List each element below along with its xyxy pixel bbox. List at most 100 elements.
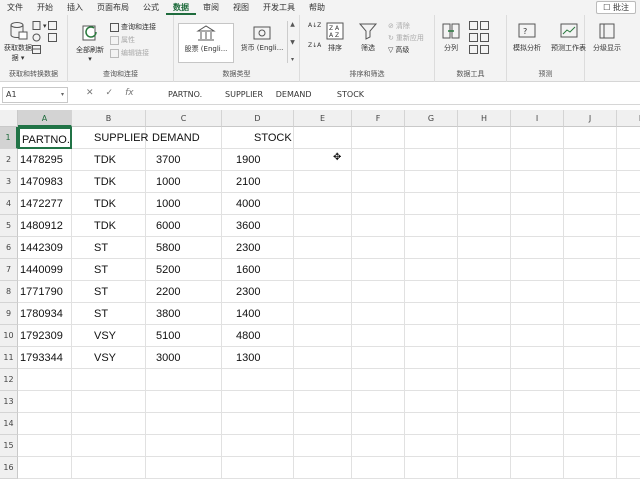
edit-links-button[interactable]: 编辑链接	[110, 48, 149, 58]
tab-file[interactable]: 文件	[0, 0, 30, 15]
cell-b14[interactable]	[72, 413, 146, 435]
cell-a7[interactable]: 1440099	[18, 259, 72, 281]
cancel-icon[interactable]: ✕	[86, 88, 94, 102]
advanced-filter-button[interactable]: ▽ 高级	[388, 45, 409, 55]
cell-e13[interactable]	[294, 391, 352, 413]
cell-h11[interactable]	[458, 347, 511, 369]
cell-i16[interactable]	[511, 457, 564, 479]
text-to-columns-button[interactable]: 分列	[441, 21, 461, 53]
cell-c11[interactable]: 3000	[146, 347, 222, 369]
cell-k4[interactable]	[617, 193, 640, 215]
row-header-14[interactable]: 14	[0, 413, 18, 435]
cell-j16[interactable]	[564, 457, 617, 479]
cell-d11[interactable]: 1300	[222, 347, 294, 369]
cell-i6[interactable]	[511, 237, 564, 259]
cell-b12[interactable]	[72, 369, 146, 391]
get-data-button[interactable]: 获取数据 据 ▾	[4, 21, 32, 63]
cell-e11[interactable]	[294, 347, 352, 369]
tab-page-layout[interactable]: 页面布局	[90, 0, 136, 15]
recent-sources-button[interactable]	[48, 21, 57, 30]
name-box[interactable]: A1 ▾	[2, 87, 68, 103]
cell-e2[interactable]	[294, 149, 352, 171]
cell-c3[interactable]: 1000	[146, 171, 222, 193]
cell-e5[interactable]	[294, 215, 352, 237]
cell-h15[interactable]	[458, 435, 511, 457]
cell-d8[interactable]: 2300	[222, 281, 294, 303]
cell-i1[interactable]	[511, 127, 564, 149]
cell-g14[interactable]	[405, 413, 458, 435]
cell-h13[interactable]	[458, 391, 511, 413]
cell-k15[interactable]	[617, 435, 640, 457]
cell-k10[interactable]	[617, 325, 640, 347]
cell-j13[interactable]	[564, 391, 617, 413]
name-box-dropdown-icon[interactable]: ▾	[61, 88, 64, 102]
stocks-datatype-button[interactable]: 股票 (Engli...	[178, 23, 234, 63]
cell-g4[interactable]	[405, 193, 458, 215]
row-header-12[interactable]: 12	[0, 369, 18, 391]
cell-h3[interactable]	[458, 171, 511, 193]
cell-j9[interactable]	[564, 303, 617, 325]
cell-f2[interactable]	[352, 149, 405, 171]
cell-a15[interactable]	[18, 435, 72, 457]
cell-k2[interactable]	[617, 149, 640, 171]
cell-d14[interactable]	[222, 413, 294, 435]
cell-c9[interactable]: 3800	[146, 303, 222, 325]
cell-b16[interactable]	[72, 457, 146, 479]
formula-input[interactable]: PARTNO. SUPPLIER DEMAND STOCK	[168, 87, 640, 103]
cell-g11[interactable]	[405, 347, 458, 369]
row-header-7[interactable]: 7	[0, 259, 18, 281]
cell-i14[interactable]	[511, 413, 564, 435]
cell-d5[interactable]: 3600	[222, 215, 294, 237]
row-header-15[interactable]: 15	[0, 435, 18, 457]
cell-a11[interactable]: 1793344	[18, 347, 72, 369]
tab-formulas[interactable]: 公式	[136, 0, 166, 15]
cell-c8[interactable]: 2200	[146, 281, 222, 303]
cell-j8[interactable]	[564, 281, 617, 303]
cell-f15[interactable]	[352, 435, 405, 457]
cell-j12[interactable]	[564, 369, 617, 391]
cell-h10[interactable]	[458, 325, 511, 347]
cell-g10[interactable]	[405, 325, 458, 347]
cell-f7[interactable]	[352, 259, 405, 281]
cell-g6[interactable]	[405, 237, 458, 259]
cell-j4[interactable]	[564, 193, 617, 215]
column-header-e[interactable]: E	[294, 110, 352, 127]
row-header-1[interactable]: 1	[0, 127, 18, 149]
data-validation-button[interactable]	[469, 45, 489, 54]
cell-g5[interactable]	[405, 215, 458, 237]
sort-asc-button[interactable]: A↓Z	[308, 22, 321, 29]
cell-g1[interactable]	[405, 127, 458, 149]
cell-c6[interactable]: 5800	[146, 237, 222, 259]
existing-connections-button[interactable]	[48, 33, 57, 42]
row-header-4[interactable]: 4	[0, 193, 18, 215]
cell-j7[interactable]	[564, 259, 617, 281]
cell-h2[interactable]	[458, 149, 511, 171]
select-all-corner[interactable]	[0, 110, 18, 127]
cell-d1[interactable]: STOCK	[222, 127, 294, 149]
cell-f16[interactable]	[352, 457, 405, 479]
column-header-d[interactable]: D	[222, 110, 294, 127]
cell-b11[interactable]: VSY	[72, 347, 146, 369]
row-header-13[interactable]: 13	[0, 391, 18, 413]
cell-e12[interactable]	[294, 369, 352, 391]
tab-help[interactable]: 帮助	[302, 0, 332, 15]
confirm-icon[interactable]: ✓	[106, 88, 114, 102]
column-header-c[interactable]: C	[146, 110, 222, 127]
cell-a6[interactable]: 1442309	[18, 237, 72, 259]
cell-i2[interactable]	[511, 149, 564, 171]
row-header-8[interactable]: 8	[0, 281, 18, 303]
column-header-a[interactable]: A	[18, 110, 72, 127]
cell-b2[interactable]: TDK	[72, 149, 146, 171]
column-header-j[interactable]: J	[564, 110, 617, 127]
cell-i3[interactable]	[511, 171, 564, 193]
clear-filter-button[interactable]: ⊘ 清除	[388, 21, 410, 31]
cell-k7[interactable]	[617, 259, 640, 281]
cell-a2[interactable]: 1478295	[18, 149, 72, 171]
cell-j3[interactable]	[564, 171, 617, 193]
cell-c14[interactable]	[146, 413, 222, 435]
properties-button[interactable]: 属性	[110, 35, 135, 45]
cell-f6[interactable]	[352, 237, 405, 259]
cell-a9[interactable]: 1780934	[18, 303, 72, 325]
cell-g16[interactable]	[405, 457, 458, 479]
cell-e8[interactable]	[294, 281, 352, 303]
